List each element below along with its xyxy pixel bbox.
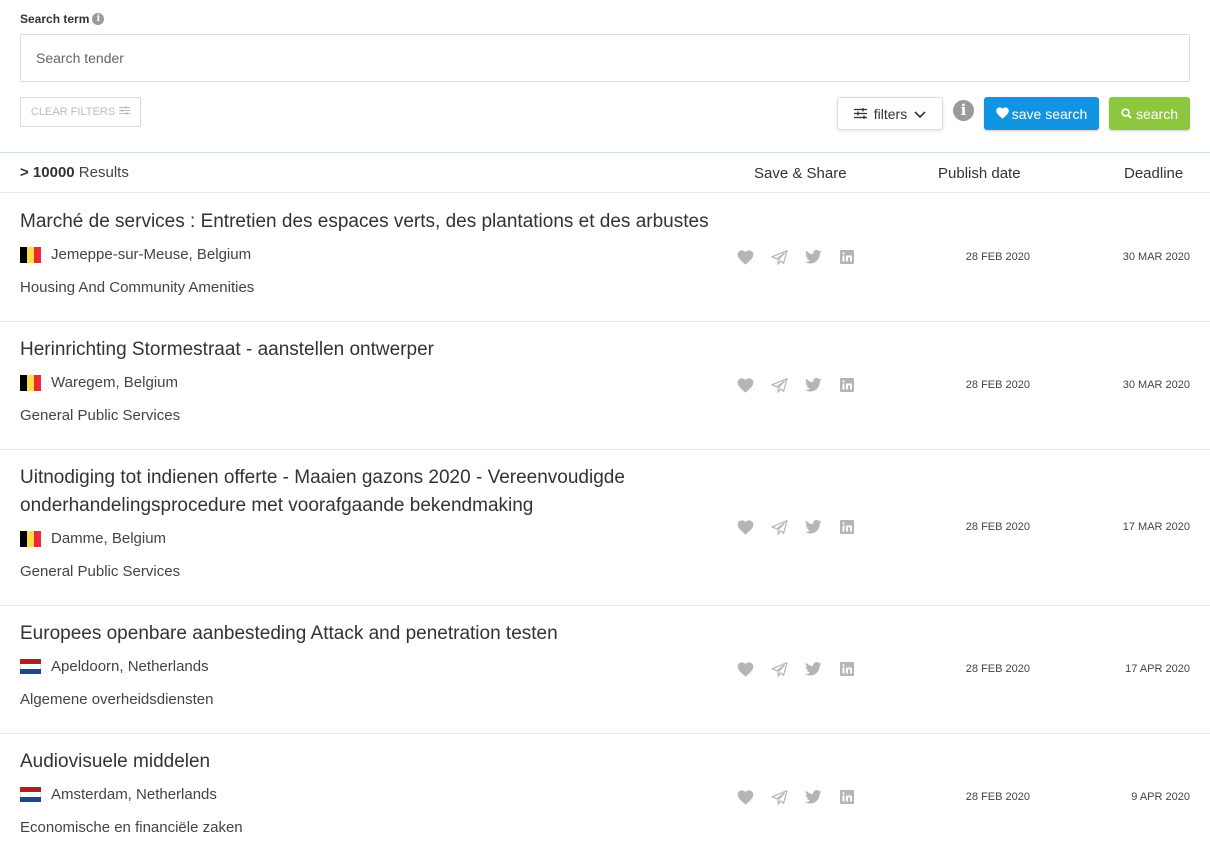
sliders-icon <box>119 106 131 118</box>
clear-filters-label: CLEAR FILTERS <box>30 106 116 118</box>
tender-category: General Public Services <box>20 407 181 424</box>
netherlands-flag-icon <box>20 786 41 803</box>
linkedin-icon[interactable] <box>838 519 856 535</box>
twitter-icon[interactable] <box>804 789 822 805</box>
tender-row[interactable]: Herinrichting Stormestraat - aanstellen … <box>0 322 1210 450</box>
results-header: > 10000 Results Save & Share Publish dat… <box>0 153 1210 193</box>
publish-date: 28 FEB 2020 <box>965 379 1030 391</box>
tender-category: General Public Services <box>20 563 181 580</box>
twitter-icon[interactable] <box>804 661 822 677</box>
save-search-button[interactable]: save search <box>984 97 1099 130</box>
share-icon[interactable] <box>770 519 788 535</box>
column-deadline[interactable]: Deadline <box>1124 165 1183 182</box>
twitter-icon[interactable] <box>804 519 822 535</box>
share-icon[interactable] <box>770 249 788 265</box>
deadline-date: 30 MAR 2020 <box>1122 251 1190 263</box>
share-icon[interactable] <box>770 377 788 393</box>
search-icon <box>1121 106 1132 122</box>
tender-location: Amsterdam, Netherlands <box>20 786 217 803</box>
tender-actions <box>736 661 856 677</box>
tender-location-text: Waregem, Belgium <box>51 374 178 391</box>
tender-location-text: Jemeppe-sur-Meuse, Belgium <box>51 246 252 263</box>
tender-category: Algemene overheidsdiensten <box>20 691 214 708</box>
deadline-date: 30 MAR 2020 <box>1122 379 1190 391</box>
linkedin-icon[interactable] <box>838 249 856 265</box>
column-save-share: Save & Share <box>754 165 847 182</box>
chevron-down-icon <box>914 106 926 122</box>
tender-location-text: Amsterdam, Netherlands <box>51 786 217 803</box>
tender-location: Apeldoorn, Netherlands <box>20 658 209 675</box>
search-term-label-text: Search term <box>20 12 90 26</box>
tender-actions <box>736 519 856 535</box>
search-button[interactable]: search <box>1109 97 1190 130</box>
tender-title[interactable]: Marché de services : Entretien des espac… <box>20 208 720 236</box>
publish-date: 28 FEB 2020 <box>965 791 1030 803</box>
tender-row[interactable]: Europees openbare aanbesteding Attack an… <box>0 606 1210 734</box>
tender-actions <box>736 789 856 805</box>
results-count-number: > 10000 <box>20 164 75 181</box>
tender-category: Housing And Community Amenities <box>20 279 255 296</box>
heart-icon <box>996 106 1009 122</box>
belgium-flag-icon <box>20 530 41 547</box>
results-count: > 10000 Results <box>20 164 129 181</box>
info-icon[interactable]: i <box>92 13 105 25</box>
belgium-flag-icon <box>20 246 41 263</box>
twitter-icon[interactable] <box>804 377 822 393</box>
heart-icon[interactable] <box>736 377 754 393</box>
linkedin-icon[interactable] <box>838 377 856 393</box>
filters-label: filters <box>873 105 908 122</box>
publish-date: 28 FEB 2020 <box>965 521 1030 533</box>
search-term-label: Search term i <box>20 12 105 26</box>
tender-row[interactable]: Marché de services : Entretien des espac… <box>0 194 1210 322</box>
tender-title[interactable]: Europees openbare aanbesteding Attack an… <box>20 620 720 648</box>
deadline-date: 17 APR 2020 <box>1125 663 1190 675</box>
tender-actions <box>736 377 856 393</box>
deadline-date: 17 MAR 2020 <box>1122 521 1190 533</box>
filters-info-icon[interactable]: i <box>953 100 974 121</box>
clear-filters-button[interactable]: CLEAR FILTERS <box>20 97 141 127</box>
results-count-suffix: Results <box>74 164 129 181</box>
tender-row[interactable]: Uitnodiging tot indienen offerte - Maaie… <box>0 450 1210 606</box>
heart-icon[interactable] <box>736 661 754 677</box>
save-search-label: save search <box>1011 105 1088 122</box>
tender-location: Waregem, Belgium <box>20 374 178 391</box>
tender-location: Damme, Belgium <box>20 530 166 547</box>
heart-icon[interactable] <box>736 789 754 805</box>
tender-location: Jemeppe-sur-Meuse, Belgium <box>20 246 251 263</box>
tender-title[interactable]: Herinrichting Stormestraat - aanstellen … <box>20 336 720 364</box>
tender-actions <box>736 249 856 265</box>
sliders-icon <box>853 106 867 122</box>
share-icon[interactable] <box>770 789 788 805</box>
column-publish-date[interactable]: Publish date <box>938 165 1021 182</box>
share-icon[interactable] <box>770 661 788 677</box>
tender-title[interactable]: Uitnodiging tot indienen offerte - Maaie… <box>20 464 680 520</box>
tender-location-text: Damme, Belgium <box>51 530 167 547</box>
filters-button[interactable]: filters <box>837 97 943 130</box>
heart-icon[interactable] <box>736 519 754 535</box>
linkedin-icon[interactable] <box>838 661 856 677</box>
publish-date: 28 FEB 2020 <box>965 251 1030 263</box>
belgium-flag-icon <box>20 374 41 391</box>
netherlands-flag-icon <box>20 658 41 675</box>
publish-date: 28 FEB 2020 <box>965 663 1030 675</box>
twitter-icon[interactable] <box>804 249 822 265</box>
heart-icon[interactable] <box>736 249 754 265</box>
linkedin-icon[interactable] <box>838 789 856 805</box>
tender-row[interactable]: Audiovisuele middelen Amsterdam, Netherl… <box>0 734 1210 854</box>
search-input[interactable] <box>20 34 1190 82</box>
tender-title[interactable]: Audiovisuele middelen <box>20 748 720 776</box>
search-label: search <box>1135 105 1179 122</box>
tender-category: Economische en financiële zaken <box>20 819 243 836</box>
tender-location-text: Apeldoorn, Netherlands <box>51 658 209 675</box>
deadline-date: 9 APR 2020 <box>1131 791 1190 803</box>
